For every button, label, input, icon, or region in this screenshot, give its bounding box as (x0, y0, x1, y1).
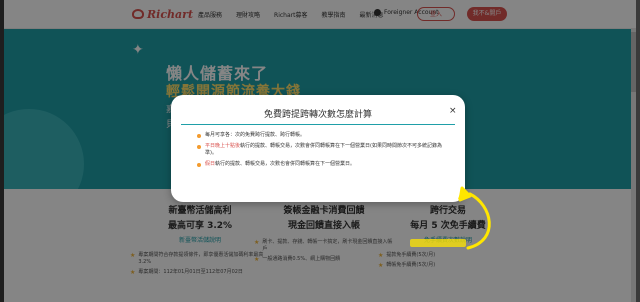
hand-drawn-annotation (458, 186, 491, 250)
